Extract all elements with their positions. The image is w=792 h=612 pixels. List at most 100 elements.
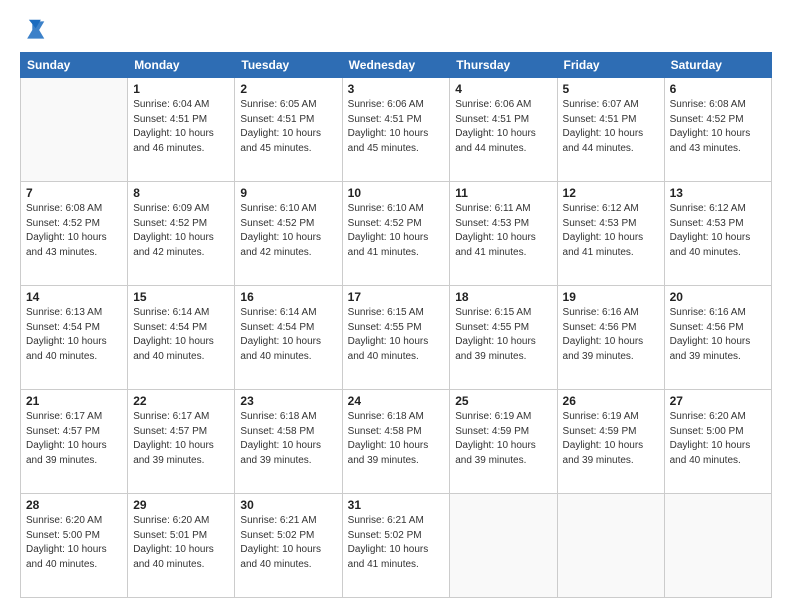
day-number: 8 [133, 186, 229, 200]
week-row-4: 21 Sunrise: 6:17 AM Sunset: 4:57 PM Dayl… [21, 390, 772, 494]
day-number: 22 [133, 394, 229, 408]
day-number: 26 [563, 394, 659, 408]
day-number: 5 [563, 82, 659, 96]
day-cell: 28 Sunrise: 6:20 AM Sunset: 5:00 PM Dayl… [21, 494, 128, 598]
day-info: Sunrise: 6:08 AM Sunset: 4:52 PM Dayligh… [670, 98, 766, 156]
day-info: Sunrise: 6:07 AM Sunset: 4:51 PM Dayligh… [563, 98, 659, 156]
day-number: 1 [133, 82, 229, 96]
week-row-2: 7 Sunrise: 6:08 AM Sunset: 4:52 PM Dayli… [21, 182, 772, 286]
weekday-header-sunday: Sunday [21, 53, 128, 78]
day-info: Sunrise: 6:18 AM Sunset: 4:58 PM Dayligh… [348, 410, 445, 468]
logo [20, 18, 52, 42]
day-cell: 4 Sunrise: 6:06 AM Sunset: 4:51 PM Dayli… [450, 78, 557, 182]
day-number: 9 [240, 186, 336, 200]
day-info: Sunrise: 6:19 AM Sunset: 4:59 PM Dayligh… [563, 410, 659, 468]
day-info: Sunrise: 6:15 AM Sunset: 4:55 PM Dayligh… [348, 306, 445, 364]
calendar-table: SundayMondayTuesdayWednesdayThursdayFrid… [20, 52, 772, 598]
weekday-header-row: SundayMondayTuesdayWednesdayThursdayFrid… [21, 53, 772, 78]
day-number: 30 [240, 498, 336, 512]
day-cell: 26 Sunrise: 6:19 AM Sunset: 4:59 PM Dayl… [557, 390, 664, 494]
day-cell: 22 Sunrise: 6:17 AM Sunset: 4:57 PM Dayl… [128, 390, 235, 494]
day-number: 2 [240, 82, 336, 96]
week-row-5: 28 Sunrise: 6:20 AM Sunset: 5:00 PM Dayl… [21, 494, 772, 598]
day-cell: 14 Sunrise: 6:13 AM Sunset: 4:54 PM Dayl… [21, 286, 128, 390]
day-number: 13 [670, 186, 766, 200]
day-number: 12 [563, 186, 659, 200]
week-row-3: 14 Sunrise: 6:13 AM Sunset: 4:54 PM Dayl… [21, 286, 772, 390]
day-info: Sunrise: 6:17 AM Sunset: 4:57 PM Dayligh… [133, 410, 229, 468]
day-number: 29 [133, 498, 229, 512]
day-cell: 15 Sunrise: 6:14 AM Sunset: 4:54 PM Dayl… [128, 286, 235, 390]
day-number: 28 [26, 498, 122, 512]
day-info: Sunrise: 6:14 AM Sunset: 4:54 PM Dayligh… [133, 306, 229, 364]
day-cell [450, 494, 557, 598]
day-cell: 23 Sunrise: 6:18 AM Sunset: 4:58 PM Dayl… [235, 390, 342, 494]
day-info: Sunrise: 6:17 AM Sunset: 4:57 PM Dayligh… [26, 410, 122, 468]
day-cell: 25 Sunrise: 6:19 AM Sunset: 4:59 PM Dayl… [450, 390, 557, 494]
day-cell: 20 Sunrise: 6:16 AM Sunset: 4:56 PM Dayl… [664, 286, 771, 390]
day-cell: 21 Sunrise: 6:17 AM Sunset: 4:57 PM Dayl… [21, 390, 128, 494]
day-info: Sunrise: 6:15 AM Sunset: 4:55 PM Dayligh… [455, 306, 551, 364]
day-number: 4 [455, 82, 551, 96]
weekday-header-saturday: Saturday [664, 53, 771, 78]
day-info: Sunrise: 6:21 AM Sunset: 5:02 PM Dayligh… [348, 514, 445, 572]
day-number: 16 [240, 290, 336, 304]
day-cell: 3 Sunrise: 6:06 AM Sunset: 4:51 PM Dayli… [342, 78, 450, 182]
day-info: Sunrise: 6:20 AM Sunset: 5:00 PM Dayligh… [26, 514, 122, 572]
day-info: Sunrise: 6:21 AM Sunset: 5:02 PM Dayligh… [240, 514, 336, 572]
day-cell [557, 494, 664, 598]
weekday-header-wednesday: Wednesday [342, 53, 450, 78]
day-number: 15 [133, 290, 229, 304]
day-cell: 17 Sunrise: 6:15 AM Sunset: 4:55 PM Dayl… [342, 286, 450, 390]
day-info: Sunrise: 6:19 AM Sunset: 4:59 PM Dayligh… [455, 410, 551, 468]
day-cell: 10 Sunrise: 6:10 AM Sunset: 4:52 PM Dayl… [342, 182, 450, 286]
day-cell: 31 Sunrise: 6:21 AM Sunset: 5:02 PM Dayl… [342, 494, 450, 598]
day-number: 6 [670, 82, 766, 96]
day-cell: 2 Sunrise: 6:05 AM Sunset: 4:51 PM Dayli… [235, 78, 342, 182]
day-cell [21, 78, 128, 182]
day-info: Sunrise: 6:12 AM Sunset: 4:53 PM Dayligh… [563, 202, 659, 260]
day-info: Sunrise: 6:06 AM Sunset: 4:51 PM Dayligh… [455, 98, 551, 156]
day-info: Sunrise: 6:08 AM Sunset: 4:52 PM Dayligh… [26, 202, 122, 260]
day-cell: 24 Sunrise: 6:18 AM Sunset: 4:58 PM Dayl… [342, 390, 450, 494]
day-cell: 18 Sunrise: 6:15 AM Sunset: 4:55 PM Dayl… [450, 286, 557, 390]
day-cell: 11 Sunrise: 6:11 AM Sunset: 4:53 PM Dayl… [450, 182, 557, 286]
day-number: 23 [240, 394, 336, 408]
day-info: Sunrise: 6:04 AM Sunset: 4:51 PM Dayligh… [133, 98, 229, 156]
week-row-1: 1 Sunrise: 6:04 AM Sunset: 4:51 PM Dayli… [21, 78, 772, 182]
day-number: 20 [670, 290, 766, 304]
page: SundayMondayTuesdayWednesdayThursdayFrid… [0, 0, 792, 612]
day-number: 10 [348, 186, 445, 200]
day-cell: 7 Sunrise: 6:08 AM Sunset: 4:52 PM Dayli… [21, 182, 128, 286]
day-info: Sunrise: 6:09 AM Sunset: 4:52 PM Dayligh… [133, 202, 229, 260]
weekday-header-friday: Friday [557, 53, 664, 78]
day-info: Sunrise: 6:14 AM Sunset: 4:54 PM Dayligh… [240, 306, 336, 364]
day-number: 7 [26, 186, 122, 200]
weekday-header-tuesday: Tuesday [235, 53, 342, 78]
header [20, 18, 772, 42]
day-info: Sunrise: 6:16 AM Sunset: 4:56 PM Dayligh… [670, 306, 766, 364]
day-number: 27 [670, 394, 766, 408]
day-cell: 16 Sunrise: 6:14 AM Sunset: 4:54 PM Dayl… [235, 286, 342, 390]
day-cell: 5 Sunrise: 6:07 AM Sunset: 4:51 PM Dayli… [557, 78, 664, 182]
day-info: Sunrise: 6:13 AM Sunset: 4:54 PM Dayligh… [26, 306, 122, 364]
day-info: Sunrise: 6:06 AM Sunset: 4:51 PM Dayligh… [348, 98, 445, 156]
day-cell: 19 Sunrise: 6:16 AM Sunset: 4:56 PM Dayl… [557, 286, 664, 390]
day-number: 17 [348, 290, 445, 304]
weekday-header-thursday: Thursday [450, 53, 557, 78]
day-number: 24 [348, 394, 445, 408]
day-info: Sunrise: 6:18 AM Sunset: 4:58 PM Dayligh… [240, 410, 336, 468]
day-number: 31 [348, 498, 445, 512]
day-cell: 30 Sunrise: 6:21 AM Sunset: 5:02 PM Dayl… [235, 494, 342, 598]
day-info: Sunrise: 6:10 AM Sunset: 4:52 PM Dayligh… [240, 202, 336, 260]
day-number: 21 [26, 394, 122, 408]
day-cell: 29 Sunrise: 6:20 AM Sunset: 5:01 PM Dayl… [128, 494, 235, 598]
day-cell [664, 494, 771, 598]
day-info: Sunrise: 6:05 AM Sunset: 4:51 PM Dayligh… [240, 98, 336, 156]
day-cell: 1 Sunrise: 6:04 AM Sunset: 4:51 PM Dayli… [128, 78, 235, 182]
day-number: 14 [26, 290, 122, 304]
day-number: 19 [563, 290, 659, 304]
weekday-header-monday: Monday [128, 53, 235, 78]
day-cell: 9 Sunrise: 6:10 AM Sunset: 4:52 PM Dayli… [235, 182, 342, 286]
day-cell: 13 Sunrise: 6:12 AM Sunset: 4:53 PM Dayl… [664, 182, 771, 286]
